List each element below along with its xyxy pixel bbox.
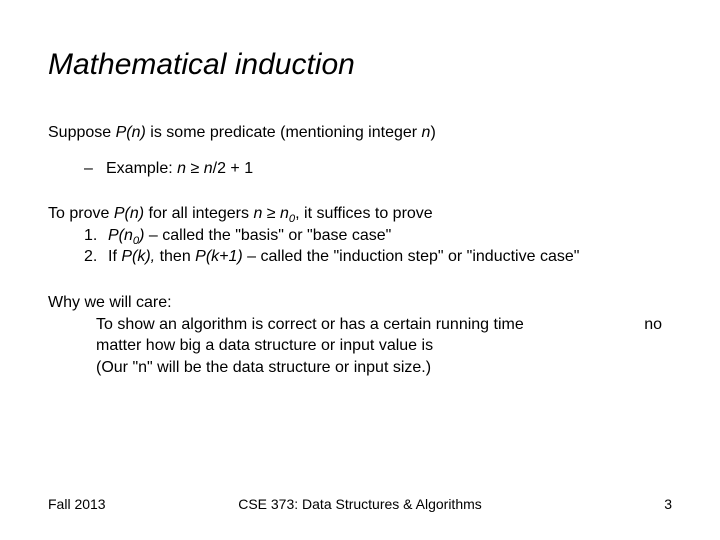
var-n: n [253, 205, 262, 222]
suppose-line: Suppose P(n) is some predicate (mentioni… [48, 122, 672, 144]
text: ≥ [186, 160, 204, 177]
var-n0: n0 [280, 205, 295, 222]
text: To prove [48, 205, 114, 222]
text: ) [430, 124, 435, 141]
text: – called the "basis" or "base case" [144, 227, 391, 244]
slide-footer: Fall 2013 CSE 373: Data Structures & Alg… [48, 496, 672, 512]
why-line-3: (Our "n" will be the data structure or i… [48, 357, 672, 379]
text: Suppose [48, 124, 116, 141]
text: is some predicate (mentioning integer [146, 124, 422, 141]
footer-left: Fall 2013 [48, 496, 106, 512]
pn: P(n) [114, 205, 144, 222]
step-number: 2. [84, 246, 108, 268]
why-block: Why we will care: To show an algorithm i… [48, 292, 672, 378]
text: To show an algorithm is correct or has a… [96, 314, 626, 336]
var-n: n [177, 160, 186, 177]
prove-intro: To prove P(n) for all integers n ≥ n0, i… [48, 203, 672, 225]
why-line-2: matter how big a data structure or input… [48, 335, 672, 357]
text: Example: [106, 160, 177, 177]
why-heading: Why we will care: [48, 292, 672, 314]
slide-body: Suppose P(n) is some predicate (mentioni… [48, 122, 672, 378]
text: If [108, 248, 121, 265]
footer-center: CSE 373: Data Structures & Algorithms [238, 496, 482, 512]
pk1: P(k+1) [195, 248, 243, 265]
slide-title: Mathematical induction [48, 48, 672, 82]
text: n [280, 205, 289, 222]
why-line-1: To show an algorithm is correct or has a… [48, 314, 672, 336]
step-number: 1. [84, 225, 108, 247]
pk: P(k), [121, 248, 155, 265]
step-2: 2.If P(k), then P(k+1) – called the "ind… [48, 246, 672, 268]
example-line: Example: n ≥ n/2 + 1 [48, 158, 672, 180]
text: /2 + 1 [213, 160, 253, 177]
slide-content: Mathematical induction Suppose P(n) is s… [0, 0, 720, 378]
text: – called the "induction step" or "induct… [243, 248, 580, 265]
prove-block: To prove P(n) for all integers n ≥ n0, i… [48, 203, 672, 268]
var-n: n [204, 160, 213, 177]
pn0: P(n0) [108, 227, 144, 244]
step-1: 1.P(n0) – called the "basis" or "base ca… [48, 225, 672, 247]
text: P(n [108, 227, 133, 244]
footer-page-number: 3 [664, 496, 672, 512]
text-no: no [644, 314, 662, 336]
text: then [155, 248, 195, 265]
pn: P(n) [116, 124, 146, 141]
text: , it suffices to prove [295, 205, 433, 222]
text: ≥ [262, 205, 280, 222]
text: for all integers [144, 205, 253, 222]
